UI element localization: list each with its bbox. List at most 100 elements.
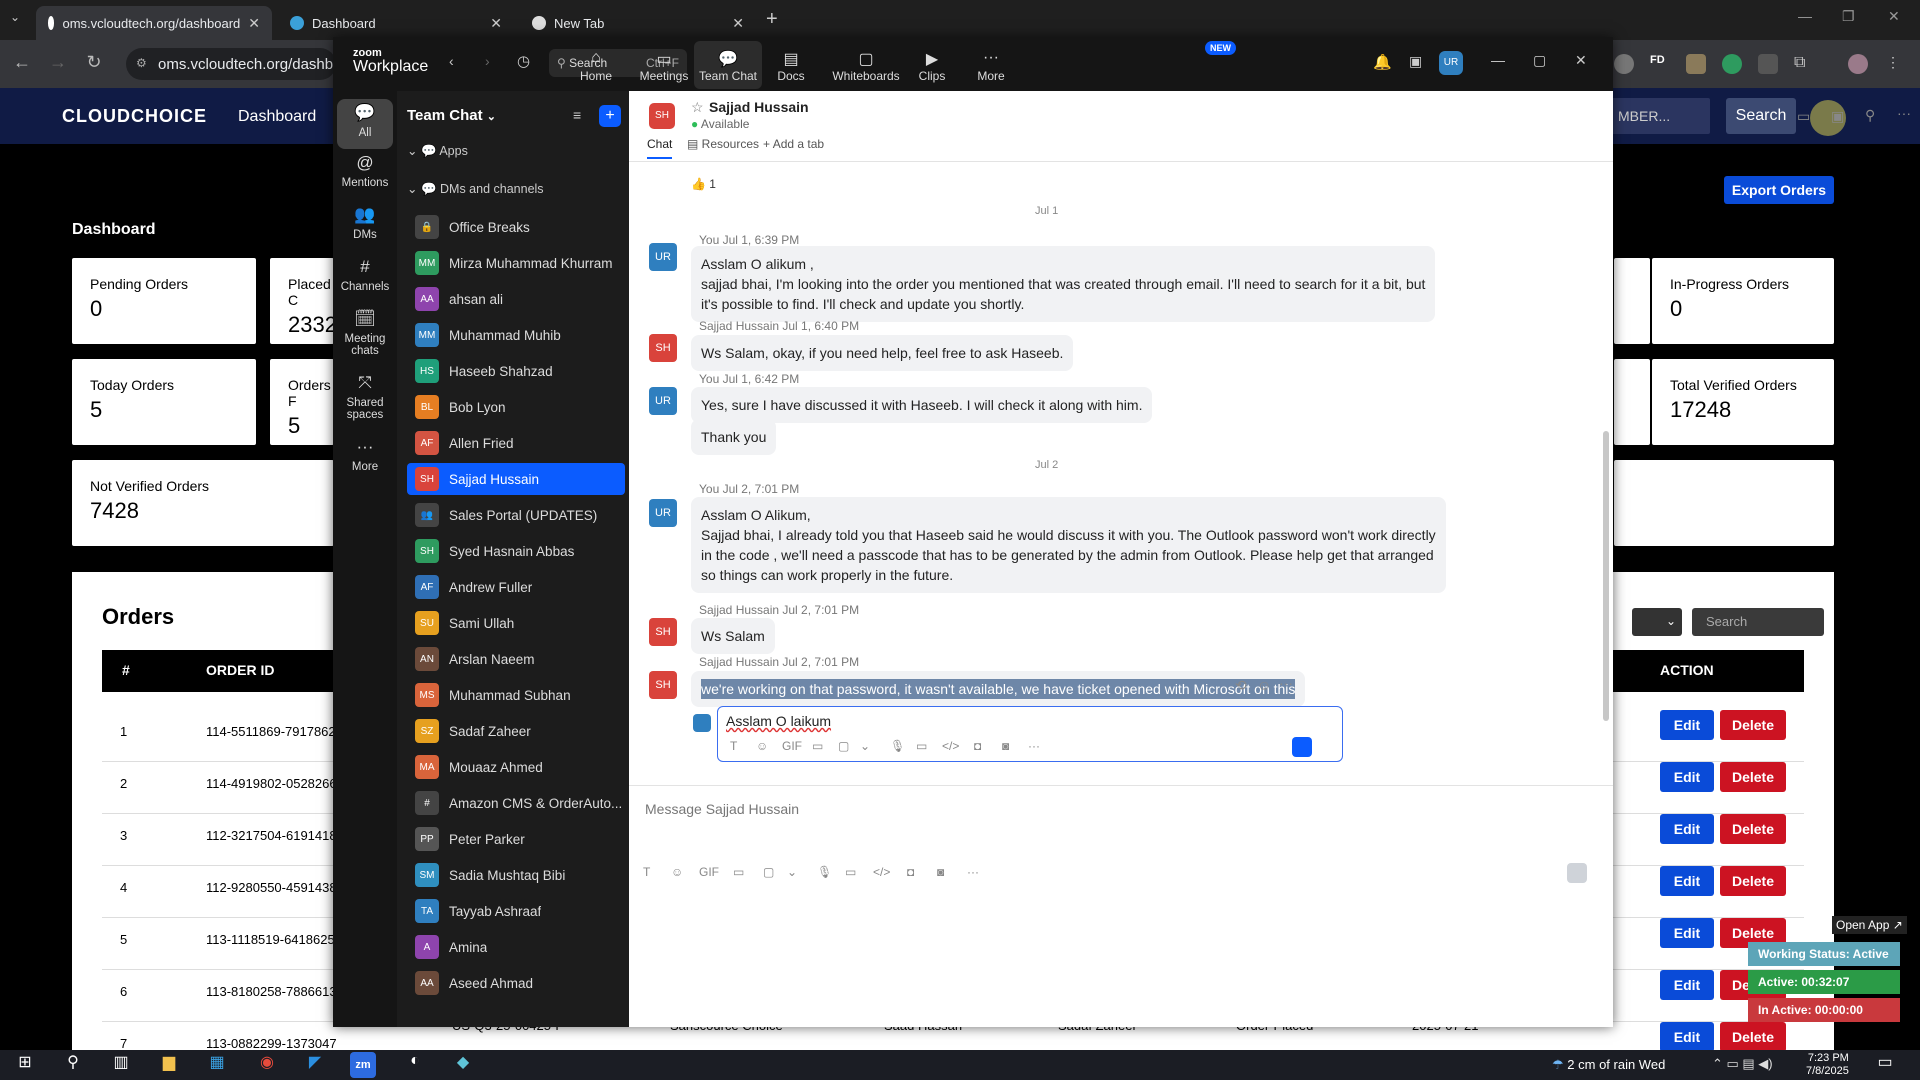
video-message-icon[interactable]: ▭ (845, 865, 856, 879)
message-avatar[interactable]: SH (649, 334, 677, 362)
contact-item[interactable]: 🔒 Office Breaks (407, 211, 625, 243)
rail-meeting-chats[interactable]: 🗓 Meeting chats (337, 309, 393, 357)
file-explorer-icon[interactable]: ▆ (156, 1052, 182, 1078)
history-icon[interactable]: ◷ (517, 52, 530, 70)
close-window-icon[interactable]: ✕ (1888, 8, 1900, 25)
extension-icon[interactable] (1758, 54, 1778, 74)
close-icon[interactable]: ✕ (248, 15, 260, 32)
emoji-icon[interactable]: ☺ (671, 865, 683, 879)
screenshot-icon[interactable]: ▢ (838, 739, 849, 753)
reaction-thumbs-up[interactable]: 👍 1 (691, 177, 716, 191)
contact-item[interactable]: SH Sajjad Hussain (407, 463, 625, 495)
video-message-icon[interactable]: ▭ (916, 739, 927, 753)
message-avatar[interactable]: SH (649, 618, 677, 646)
chevron-down-icon[interactable]: ⌄ (860, 739, 870, 753)
file-icon[interactable]: ▭ (733, 865, 744, 879)
weather-widget[interactable]: ☂ 2 cm of rain Wed (1552, 1057, 1665, 1073)
message-bubble[interactable]: we're working on that password, it wasn'… (691, 671, 1306, 707)
contact-item[interactable]: AF Allen Fried (407, 427, 625, 459)
more-actions-icon[interactable]: ··· (1279, 675, 1293, 691)
window-icon[interactable]: ▣ (1409, 53, 1422, 70)
close-icon[interactable]: ✕ (490, 15, 502, 32)
message-bubble[interactable]: Ws Salam, okay, if you need help, feel f… (691, 335, 1074, 371)
rail-shared-spaces[interactable]: ⤧ Shared spaces (337, 373, 393, 421)
new-tab-icon[interactable]: + (766, 8, 778, 31)
chat-contact-name[interactable]: Sajjad Hussain (709, 99, 809, 115)
star-icon[interactable]: ☆ (691, 99, 704, 116)
globe-icon[interactable] (1614, 54, 1634, 74)
puzzle-icon[interactable]: ⧉ (1794, 54, 1814, 74)
delete-button[interactable]: Delete (1720, 866, 1786, 896)
store-icon[interactable]: ▦ (204, 1052, 230, 1078)
gif-icon[interactable]: GIF (782, 739, 802, 753)
contact-item[interactable]: MM Mirza Muhammad Khurram (407, 247, 625, 279)
chrome-icon[interactable]: ◉ (254, 1052, 280, 1078)
rail-mentions[interactable]: @ Mentions (337, 153, 393, 189)
system-tray[interactable]: ⌃ ▭ ▤ ◀) (1712, 1056, 1773, 1072)
file-icon[interactable]: ▭ (812, 739, 823, 753)
message-avatar[interactable]: UR (649, 243, 677, 271)
rail-dms[interactable]: 👥 DMs (337, 205, 393, 241)
app-icon[interactable]: ◐ (402, 1052, 428, 1078)
message-bubble[interactable]: Thank you (691, 419, 777, 455)
forward-arrow-icon[interactable]: › (485, 53, 490, 69)
minimize-icon[interactable]: — (1798, 8, 1812, 24)
contact-item[interactable]: 👥 Sales Portal (UPDATES) (407, 499, 625, 531)
back-icon[interactable]: ← (10, 52, 34, 76)
search-icon[interactable]: ⚲ (1865, 107, 1875, 124)
zoom-tab-whiteboards[interactable]: ▢ Whiteboards (826, 41, 906, 89)
section-apps[interactable]: ⌄ 💬 Apps (407, 143, 468, 159)
tab-resources[interactable]: ▤ Resources (687, 137, 759, 151)
contact-item[interactable]: TA Tayyab Ashraaf (407, 895, 625, 927)
more-icon[interactable]: ··· (967, 865, 979, 879)
tab-chat[interactable]: Chat (647, 137, 673, 159)
site-info-icon[interactable]: ⚙ (136, 56, 147, 70)
message-input[interactable]: Message Sajjad Hussain (645, 801, 799, 817)
audio-icon[interactable]: 🎙 (890, 739, 905, 753)
bell-icon[interactable]: 🔔 (1373, 53, 1392, 71)
open-app-link[interactable]: Open App ↗ (1832, 916, 1907, 934)
rail-more[interactable]: ··· More (337, 437, 393, 473)
message-bubble[interactable]: Asslam O Alikum, Sajjad bhai, I already t… (691, 497, 1446, 593)
chevron-down-icon[interactable]: ⌄ (787, 865, 797, 879)
message-avatar[interactable]: UR (649, 387, 677, 415)
contact-item[interactable]: SH Syed Hasnain Abbas (407, 535, 625, 567)
reply-icon[interactable]: ⟲ (1235, 677, 1247, 694)
add-tab[interactable]: + Add a tab (763, 137, 824, 151)
contact-item[interactable]: AF Andrew Fuller (407, 571, 625, 603)
contact-item[interactable]: SM Sadia Mushtaq Bibi (407, 859, 625, 891)
contact-item[interactable]: HS Haseeb Shahzad (407, 355, 625, 387)
code-icon[interactable]: </> (942, 739, 959, 753)
message-bubble[interactable]: Yes, sure I have discussed it with Hasee… (691, 387, 1153, 423)
zoom-tab-home[interactable]: ⌂ Home (562, 41, 630, 89)
task-view-icon[interactable]: ▥ (108, 1052, 134, 1078)
contact-item[interactable]: SU Sami Ullah (407, 607, 625, 639)
orders-search-input[interactable]: Search (1692, 608, 1824, 636)
gif-icon[interactable]: GIF (699, 865, 719, 879)
contact-item[interactable]: PP Peter Parker (407, 823, 625, 855)
delete-button[interactable]: Delete (1720, 762, 1786, 792)
app-icon[interactable]: ◘ (907, 865, 914, 879)
edit-button[interactable]: Edit (1660, 710, 1714, 740)
site-logo[interactable]: CLOUDCHOICE (62, 106, 207, 127)
contact-item[interactable]: A Amina (407, 931, 625, 963)
browser-tab-1[interactable]: oms.vcloudtech.org/dashboard ✕ (36, 6, 272, 40)
contact-item[interactable]: MA Mouaaz Ahmed (407, 751, 625, 783)
message-bubble[interactable]: Asslam O alikum , sajjad bhai, I'm lookin… (691, 246, 1436, 322)
zoom-tab-meetings[interactable]: ▭ Meetings (630, 41, 698, 89)
search-icon[interactable]: ⚲ (60, 1052, 86, 1078)
edit-button[interactable]: Edit (1660, 814, 1714, 844)
app-icon[interactable]: ◘ (974, 739, 981, 753)
new-chat-button[interactable]: + (599, 105, 621, 127)
scrollbar[interactable] (1603, 431, 1609, 721)
contact-item[interactable]: # Amazon CMS & OrderAuto... (407, 787, 625, 819)
message-bubble[interactable]: Ws Salam (691, 618, 775, 654)
more-icon[interactable]: ··· (1028, 739, 1040, 753)
restore-icon[interactable]: ❐ (1842, 8, 1855, 25)
app-icon[interactable]: ◙ (937, 865, 944, 879)
zoom-tab-more[interactable]: ··· More (957, 41, 1025, 89)
rail-all[interactable]: 💬 All (337, 103, 393, 139)
delete-button[interactable]: Delete (1720, 710, 1786, 740)
format-icon[interactable]: T (730, 739, 737, 753)
user-avatar[interactable]: UR (1439, 51, 1463, 75)
